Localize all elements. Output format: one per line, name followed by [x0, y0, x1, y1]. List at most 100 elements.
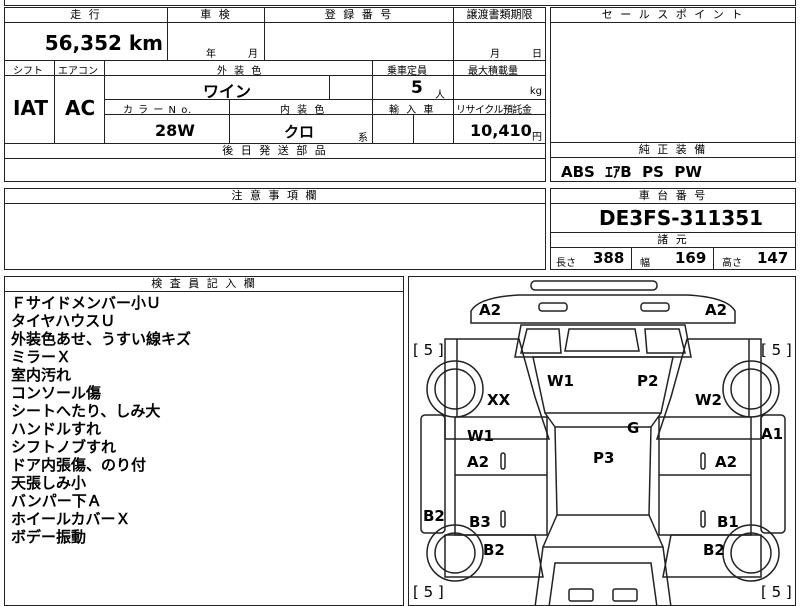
colorno-header: カ ラ ー N o.	[123, 105, 193, 116]
note-item: ホイールカバーＸ	[11, 510, 131, 528]
note-item: タイヤハウスＵ	[11, 312, 116, 330]
mileage-value: 56,352 km	[44, 31, 163, 55]
aircon-value: AC	[65, 96, 96, 120]
shift-header-cell: シフト	[5, 61, 55, 77]
exterior-cell-extra	[330, 76, 373, 100]
registration-cell	[265, 23, 454, 61]
aircon-header-cell: エアコン	[55, 61, 105, 77]
door-right-rear-mark: B1	[717, 513, 739, 531]
maxload-header-cell: 最大積載量	[454, 61, 545, 77]
colorno-header-cell: カ ラ ー N o.	[105, 100, 230, 116]
transfer-cell: 月 日	[454, 23, 545, 61]
maxload-header: 最大積載量	[468, 66, 518, 77]
rear-right-mark: B2	[703, 541, 725, 559]
interior-cell: クロ 系	[230, 115, 373, 144]
interior-header-cell: 内 装 色	[230, 100, 373, 116]
tire-rear-right-label: [ 5 ]	[761, 583, 792, 601]
capacity-header-cell: 乗車定員	[373, 61, 454, 77]
interior-value: クロ	[284, 123, 315, 141]
chassis-header: 車 台 番 号	[551, 189, 795, 204]
chassis-box: 車 台 番 号 DE3FS-311351 諸 元 長さ 388 幅 169 高さ…	[550, 188, 796, 270]
later-parts-header: 後 日 発 送 部 品	[5, 144, 545, 159]
inspection-year-label: 年	[206, 49, 216, 60]
recycle-value: 10,410	[470, 121, 532, 140]
recycle-header: リサイクル預託金	[456, 105, 532, 116]
capacity-unit: 人	[435, 90, 445, 101]
inspector-header: 検 査 員 記 入 欄	[5, 277, 403, 292]
note-item: 天張しみ小	[11, 474, 87, 492]
maxload-unit: kg	[529, 86, 542, 97]
note-item: ミラーＸ	[11, 348, 72, 366]
note-item: 室内汚れ	[11, 366, 72, 384]
roof-body-mark: P3	[593, 449, 615, 467]
transfer-day-label: 日	[532, 49, 542, 60]
top-strip	[4, 0, 796, 6]
exterior-value: ワイン	[203, 82, 252, 101]
recycle-unit: 円	[532, 132, 542, 143]
door-left-rear-mark: B3	[469, 513, 491, 531]
note-item: ボデー振動	[11, 528, 87, 546]
windshield-right-mark: P2	[637, 372, 659, 390]
specs-row: 長さ 388 幅 169 高さ 147	[551, 247, 795, 269]
colorno-cell: 28W	[105, 115, 230, 144]
import-header: 輸 入 車	[389, 105, 436, 116]
spec-height-value: 147	[757, 249, 789, 267]
capacity-cell: 5 人	[373, 76, 454, 101]
colorno-value: 28W	[155, 121, 195, 140]
transfer-month-label: 月	[490, 49, 500, 60]
caution-header: 注 意 事 項 欄	[5, 189, 545, 204]
note-item: ドア内張傷、のり付	[11, 456, 147, 474]
front-right-mark: A2	[705, 301, 728, 319]
windshield-left-mark: W1	[547, 372, 574, 390]
note-item: シフトノブすれ	[11, 438, 117, 456]
specs-header: 諸 元	[551, 232, 795, 248]
registration-header: 登 録 番 号	[265, 8, 454, 23]
rear-left-side-mark: B2	[423, 507, 445, 525]
fender-right-mark: W2	[695, 391, 722, 409]
tire-front-left-label: [ 5 ]	[413, 341, 444, 359]
transfer-header: 譲渡書類期限	[454, 8, 545, 23]
aircon-cell: AC	[55, 76, 105, 144]
recycle-cell: 10,410 円	[454, 115, 545, 144]
roof-mark: G	[627, 419, 640, 437]
inspection-cell: 年 月	[168, 23, 265, 61]
inspector-box: 検 査 員 記 入 欄 Ｆサイドメンバー小Ｕ タイヤハウスＵ 外装色あせ、うすい…	[4, 276, 404, 606]
spec-width-label: 幅	[640, 258, 650, 269]
spec-length-cell: 長さ 388	[551, 247, 632, 269]
capacity-header: 乗車定員	[387, 66, 427, 77]
inspection-month-label: 月	[248, 49, 258, 60]
note-item: シートへたり、しみ大	[11, 402, 161, 420]
mileage-cell: 56,352 km	[5, 23, 168, 61]
note-item: ハンドルすれ	[11, 420, 102, 438]
rear-left-mark: B2	[483, 541, 505, 559]
import-cell-b	[414, 115, 454, 144]
door-left-front-mark: A2	[467, 453, 490, 471]
chassis-value: DE3FS-311351	[599, 206, 764, 230]
capacity-value: 5	[411, 78, 423, 98]
spec-width-value: 169	[675, 249, 707, 267]
mileage-header: 走 行	[5, 8, 168, 23]
tire-front-right-label: [ 5 ]	[761, 341, 792, 359]
sales-point-box: セ ー ル ス ポ イ ン ト	[550, 7, 796, 144]
recycle-header-cell: リサイクル預託金	[454, 100, 545, 116]
car-diagram-box: [ 5 ] [ 5 ] [ 5 ] [ 5 ] A2 A2 W1 P2 XX W…	[408, 276, 796, 606]
equipment-value: ABS ｴｱB PS PW	[561, 163, 702, 181]
spec-height-cell: 高さ 147	[714, 247, 795, 269]
import-header-cell: 輸 入 車	[373, 100, 454, 116]
interior-unit: 系	[358, 133, 368, 144]
shift-cell: IAT	[5, 76, 55, 144]
equipment-header: 純 正 装 備	[551, 143, 795, 158]
aircon-header: エアコン	[58, 66, 98, 77]
exterior-header: 外 装 色	[217, 66, 264, 77]
equipment-box: 純 正 装 備 ABS ｴｱB PS PW	[550, 142, 796, 182]
note-item: Ｆサイドメンバー小Ｕ	[11, 294, 162, 312]
shift-value: IAT	[13, 96, 49, 120]
spec-height-label: 高さ	[722, 258, 742, 269]
spec-width-cell: 幅 169	[632, 247, 714, 269]
note-item: コンソール傷	[11, 384, 102, 402]
shift-header: シフト	[13, 66, 43, 77]
note-item: 外装色あせ、うすい線キズ	[11, 330, 192, 348]
note-item: バンパー下Ａ	[11, 492, 102, 510]
door-right-front-mark: A2	[715, 453, 738, 471]
import-cell-a	[373, 115, 414, 144]
